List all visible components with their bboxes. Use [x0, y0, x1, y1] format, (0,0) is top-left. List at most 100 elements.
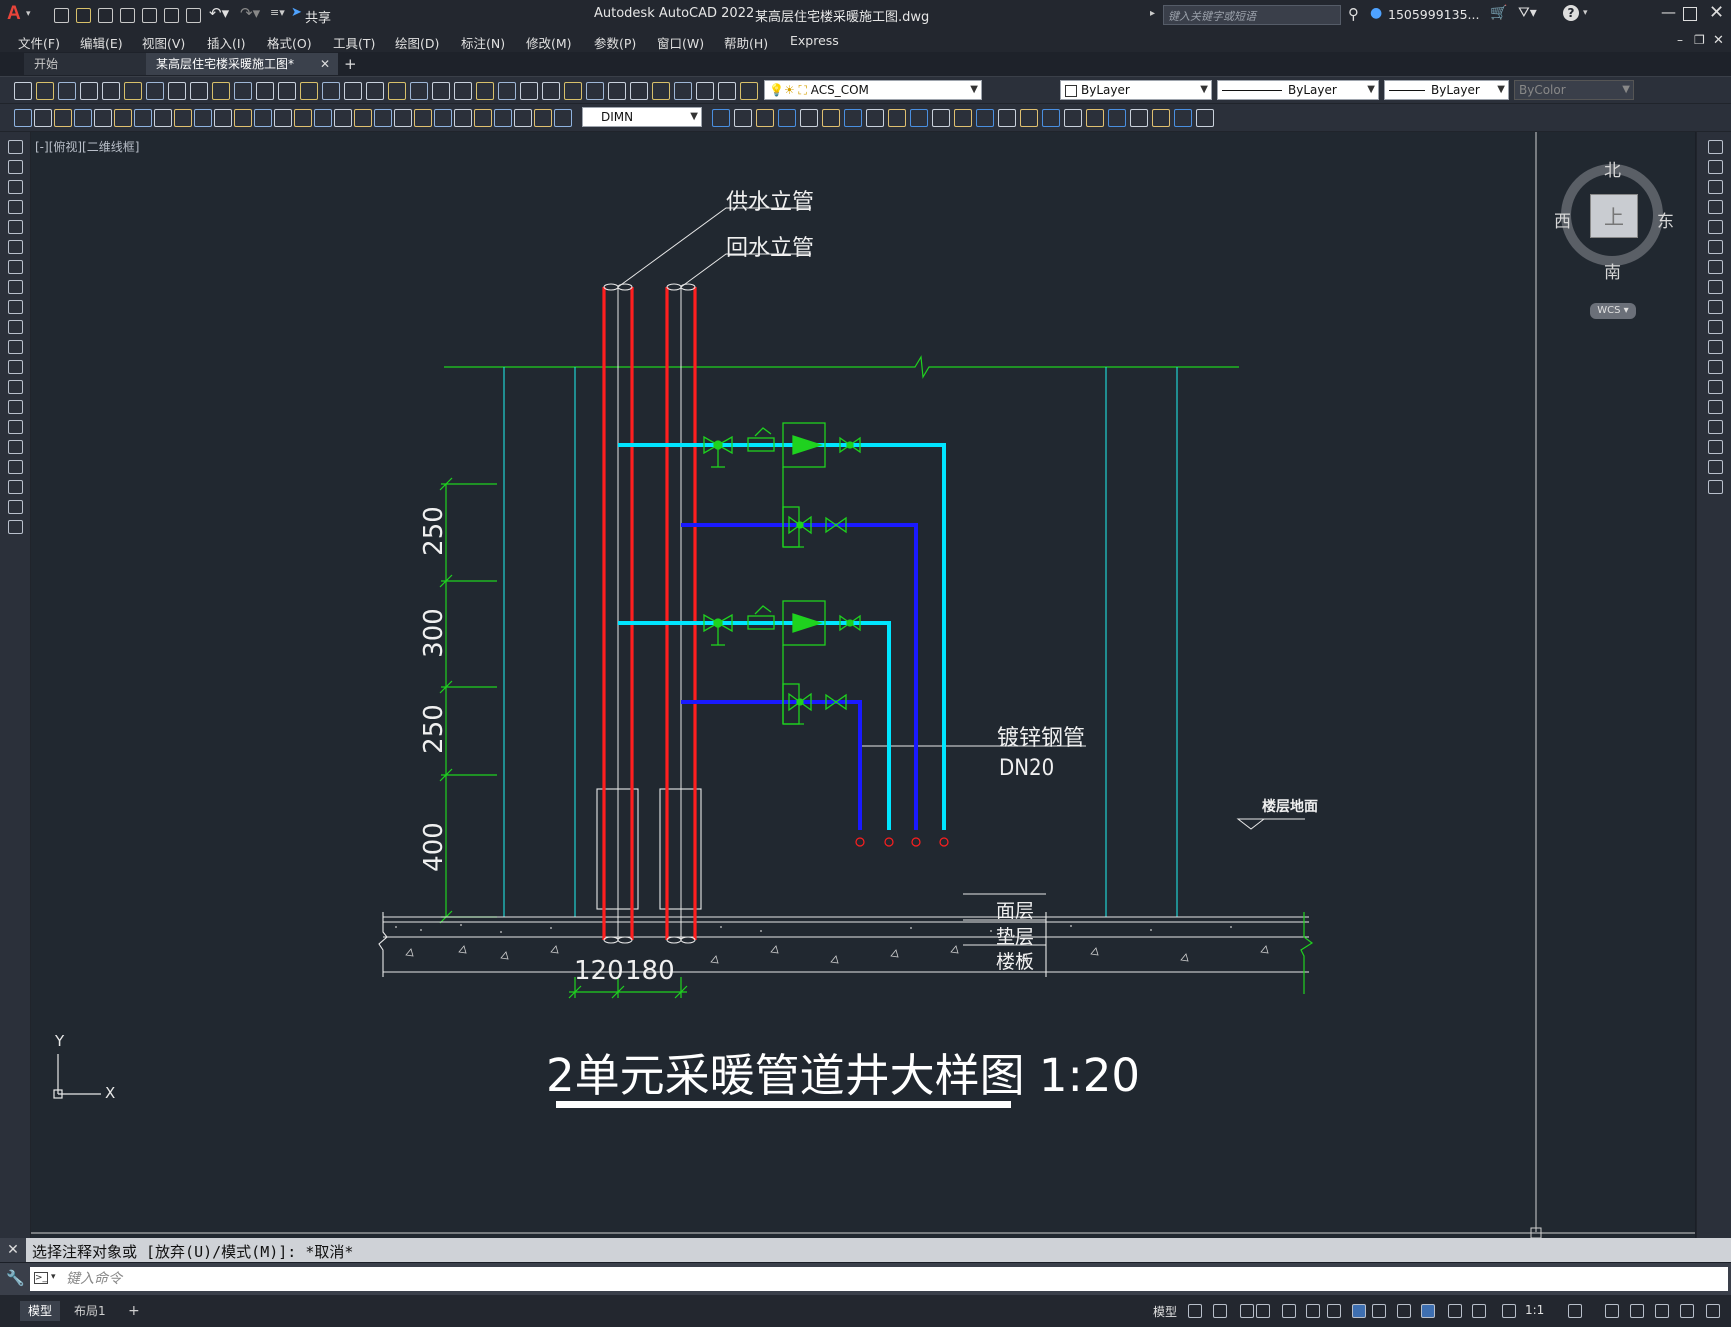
insert-block-icon[interactable]	[8, 360, 23, 374]
convert-solid-icon[interactable]	[1174, 109, 1192, 127]
loft-icon[interactable]	[954, 109, 972, 127]
preview-icon[interactable]	[102, 82, 120, 100]
auto-scale-icon[interactable]	[1472, 1304, 1486, 1318]
scale-text-icon[interactable]	[514, 109, 532, 127]
ellipse-icon[interactable]	[8, 320, 23, 334]
convert-surface-icon[interactable]	[1152, 109, 1170, 127]
layer-off-icon[interactable]	[652, 82, 670, 100]
annotation-monitor-icon[interactable]	[1605, 1304, 1619, 1318]
layer-isolate-icon[interactable]	[630, 82, 648, 100]
user-name[interactable]: 1505999135...	[1388, 7, 1479, 22]
color-combo[interactable]: ByLayer ▼	[1060, 80, 1212, 100]
qnew-icon[interactable]	[14, 82, 32, 100]
stretch-icon[interactable]	[1708, 300, 1723, 314]
ortho-icon[interactable]	[1256, 1304, 1270, 1318]
layout-tab-model[interactable]: 模型	[20, 1301, 61, 1321]
open-icon[interactable]	[36, 82, 54, 100]
make-current-icon[interactable]	[740, 82, 758, 100]
linetype-combo[interactable]: ByLayer ▼	[1217, 80, 1379, 100]
quickcalc-icon[interactable]	[520, 82, 538, 100]
annotation-scale-icon-icon[interactable]	[1502, 1304, 1516, 1318]
wedge-icon[interactable]	[756, 109, 774, 127]
menu-dimension[interactable]: 标注(N)	[461, 33, 505, 52]
arc-icon[interactable]	[8, 240, 23, 254]
search-icon[interactable]: ⚲	[1348, 5, 1359, 23]
fillet-icon[interactable]	[1708, 440, 1723, 454]
multiline-text-icon[interactable]	[8, 500, 23, 514]
arc-length-icon[interactable]	[114, 109, 132, 127]
viewcube-east[interactable]: 东	[1657, 207, 1674, 232]
snap-icon[interactable]	[1213, 1304, 1227, 1318]
save-web-icon[interactable]	[164, 8, 179, 23]
minimize-icon[interactable]: —	[1661, 3, 1676, 21]
design-center-icon[interactable]	[432, 82, 450, 100]
dimstyle-combo[interactable]: DIMN ▼	[582, 107, 702, 127]
add-tab-button[interactable]: +	[334, 53, 367, 75]
angular-dim-icon[interactable]	[214, 109, 232, 127]
edit-text-icon[interactable]	[34, 109, 52, 127]
open-file-icon[interactable]	[76, 8, 91, 23]
user-icon[interactable]: ●	[1370, 5, 1382, 21]
object-snap-icon[interactable]	[1352, 1304, 1366, 1318]
table-icon[interactable]	[8, 480, 23, 494]
rectangle-icon[interactable]	[8, 220, 23, 234]
doc-minimize-icon[interactable]: –	[1677, 33, 1683, 47]
dim-style-manager-icon[interactable]	[474, 109, 492, 127]
continue-dim-icon[interactable]	[274, 109, 292, 127]
dim-break-icon[interactable]	[314, 109, 332, 127]
sweep-icon[interactable]	[932, 109, 950, 127]
sphere-icon[interactable]	[800, 109, 818, 127]
block-editor-icon[interactable]	[256, 82, 274, 100]
units-icon[interactable]	[1630, 1304, 1644, 1318]
doc-close-icon[interactable]: ✕	[1713, 33, 1724, 48]
menu-help[interactable]: 帮助(H)	[724, 33, 768, 52]
viewcube-west[interactable]: 西	[1554, 207, 1571, 232]
trim-icon[interactable]	[1708, 320, 1723, 334]
cylinder-icon[interactable]	[822, 109, 840, 127]
move-icon[interactable]	[1708, 240, 1723, 254]
quick-properties-icon[interactable]	[1655, 1304, 1669, 1318]
properties-icon[interactable]	[410, 82, 428, 100]
torus-icon[interactable]	[844, 109, 862, 127]
extract-edges-icon[interactable]	[1196, 109, 1214, 127]
chamfer-icon[interactable]	[1708, 420, 1723, 434]
annotation-scale[interactable]: 1:1	[1525, 1303, 1544, 1317]
cone-icon[interactable]	[778, 109, 796, 127]
imprint-icon[interactable]	[1108, 109, 1126, 127]
search-input[interactable]: 键入关键字或短语	[1163, 5, 1341, 25]
add-selected-icon[interactable]	[8, 520, 23, 534]
gradient-icon[interactable]	[8, 440, 23, 454]
paste-icon[interactable]	[212, 82, 230, 100]
menu-modify[interactable]: 修改(M)	[526, 33, 572, 52]
menu-format[interactable]: 格式(O)	[267, 33, 312, 52]
command-customize-icon[interactable]: 🔧	[6, 1269, 25, 1287]
app-logo-icon[interactable]: A	[7, 3, 21, 25]
menu-edit[interactable]: 编辑(E)	[80, 33, 123, 52]
tab-close-icon[interactable]: ✕	[320, 53, 330, 75]
intersect-icon[interactable]	[1020, 109, 1038, 127]
undo-icon[interactable]	[278, 82, 296, 100]
plot-icon[interactable]	[186, 8, 201, 23]
transparency-icon[interactable]	[1397, 1304, 1411, 1318]
circle-icon[interactable]	[8, 260, 23, 274]
infer-constraints-icon[interactable]	[1240, 1304, 1254, 1318]
justify-text-icon[interactable]	[534, 109, 552, 127]
zoom-realtime-icon[interactable]	[344, 82, 362, 100]
add-layout-button[interactable]: +	[120, 1301, 148, 1321]
copy-object-icon[interactable]	[1708, 160, 1723, 174]
publish-icon[interactable]	[124, 82, 142, 100]
polyline-icon[interactable]	[8, 180, 23, 194]
tab-start[interactable]: 开始	[24, 53, 162, 75]
dim-space-icon[interactable]	[294, 109, 312, 127]
inspect-icon[interactable]	[374, 109, 392, 127]
selection-cycling-icon[interactable]	[1421, 1304, 1435, 1318]
wcs-button[interactable]: WCS ▾	[1590, 303, 1636, 319]
extrude-icon[interactable]	[888, 109, 906, 127]
dim-text-edit-icon[interactable]	[434, 109, 452, 127]
command-prompt-chevron-icon[interactable]: ▾	[51, 1272, 56, 1282]
break-at-point-icon[interactable]	[1708, 360, 1723, 374]
menu-file[interactable]: 文件(F)	[18, 33, 60, 52]
region-icon[interactable]	[8, 460, 23, 474]
linear-dim-icon[interactable]	[74, 109, 92, 127]
dim-update-icon[interactable]	[454, 109, 472, 127]
